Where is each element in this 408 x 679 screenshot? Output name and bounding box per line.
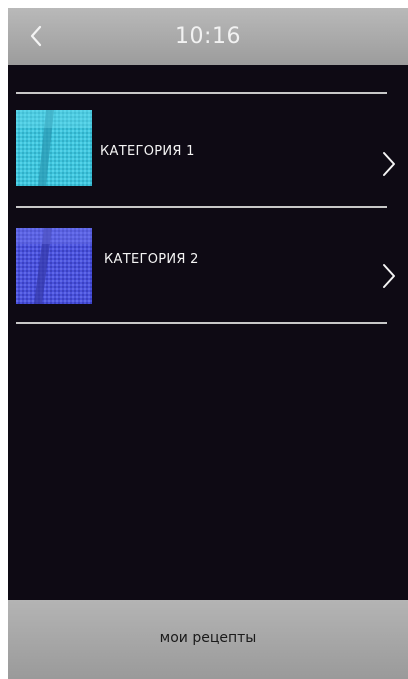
category-row-1[interactable]: КАТЕГОРИЯ 1 [8,98,408,208]
my-recipes-button[interactable]: мои рецепты [8,600,408,679]
divider [16,92,387,94]
category-thumbnail [16,110,92,186]
status-time: 10:16 [175,24,241,49]
category-thumbnail [16,228,92,304]
category-label: КАТЕГОРИЯ 1 [100,144,195,159]
chevron-right-icon [383,264,395,288]
category-row-2[interactable]: КАТЕГОРИЯ 2 [8,212,408,322]
divider [16,206,387,208]
phone-screen: 10:16 КАТЕГОРИЯ 1 КАТЕГОРИЯ 2 мои рецепт… [8,8,408,679]
divider [16,322,387,324]
top-bar: 10:16 [8,8,408,65]
category-label: КАТЕГОРИЯ 2 [104,252,199,267]
chevron-right-icon [383,152,395,176]
my-recipes-label: мои рецепты [159,629,257,646]
